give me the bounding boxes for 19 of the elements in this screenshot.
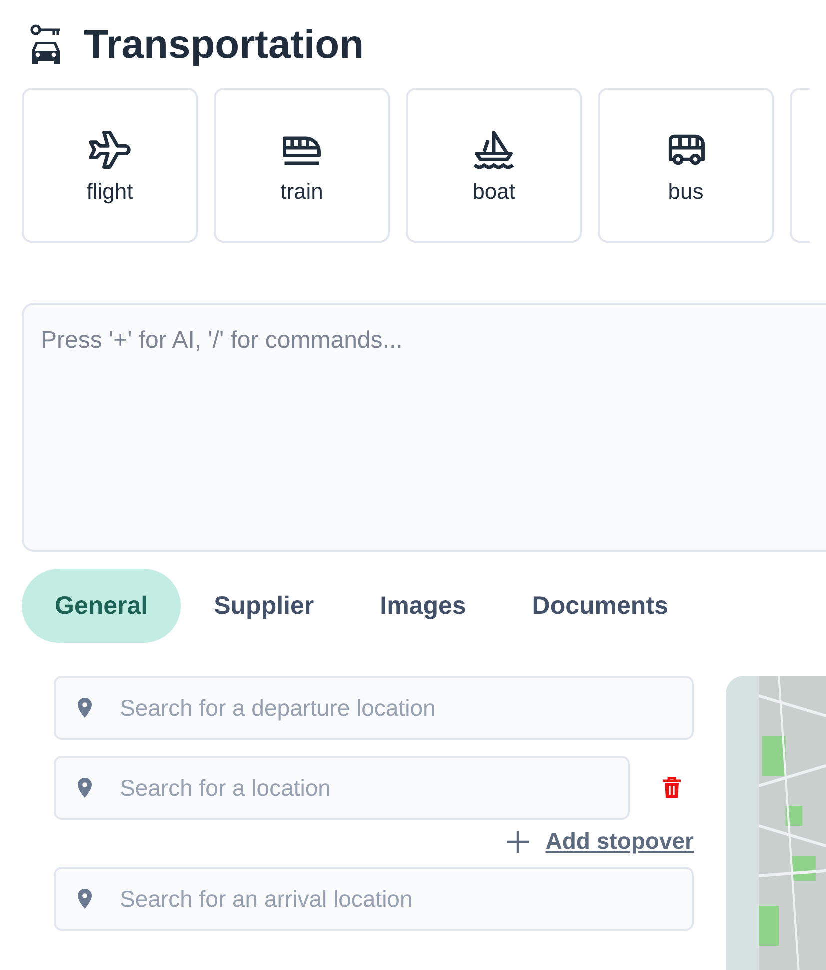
page-title: Transportation — [84, 22, 364, 68]
plus-icon — [506, 830, 530, 854]
map-pin-icon — [78, 698, 92, 718]
car-key-icon — [30, 24, 62, 66]
transport-mode-card[interactable]: flight — [22, 88, 198, 243]
map-pin-icon — [78, 889, 92, 909]
notes-editor[interactable]: Press '+' for AI, '/' for commands... — [22, 303, 826, 552]
tab[interactable]: Documents — [499, 569, 702, 643]
location-search-field[interactable]: Search for a location — [54, 756, 630, 820]
transport-mode-card[interactable]: train — [214, 88, 390, 243]
tab[interactable]: Images — [347, 569, 500, 643]
map-pin-icon — [78, 778, 92, 798]
location-search-field[interactable]: Search for a departure location — [54, 676, 694, 740]
tab[interactable]: General — [22, 569, 182, 643]
add-stopover-link[interactable]: Add stopover — [546, 828, 694, 855]
transport-mode-card[interactable]: bus — [598, 88, 774, 243]
tab[interactable]: Supplier — [181, 569, 348, 643]
transport-mode-card[interactable]: boat — [406, 88, 582, 243]
location-search-field[interactable]: Search for an arrival location — [54, 867, 694, 931]
